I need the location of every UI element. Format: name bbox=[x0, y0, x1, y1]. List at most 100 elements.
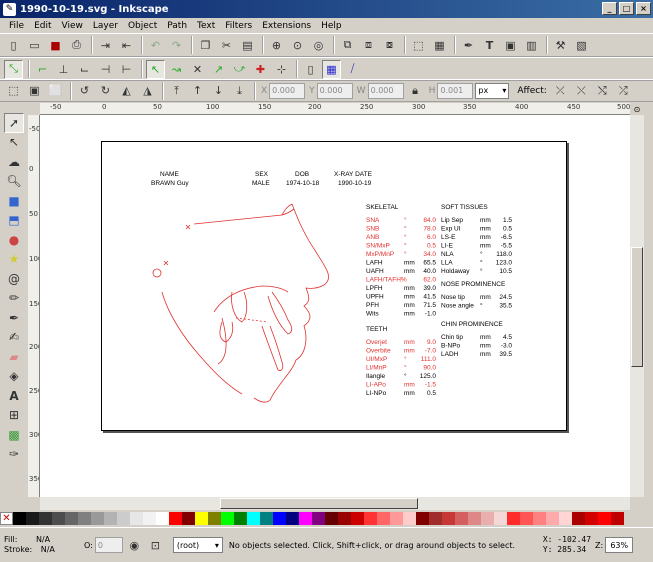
color-swatch[interactable] bbox=[52, 512, 65, 525]
color-swatch[interactable] bbox=[286, 512, 299, 525]
color-swatch[interactable] bbox=[65, 512, 78, 525]
unit-select[interactable]: px ▾ bbox=[475, 82, 510, 99]
w-field[interactable]: 0.000 bbox=[367, 82, 404, 99]
snap-bbox-edge-icon[interactable]: ⊥ bbox=[54, 60, 73, 79]
lock-icon[interactable]: 🔒︎ bbox=[406, 81, 425, 100]
color-swatch[interactable] bbox=[260, 512, 273, 525]
snap-path-icon[interactable]: ↝ bbox=[167, 60, 186, 79]
duplicate-icon[interactable]: ⧉ bbox=[338, 36, 357, 55]
color-swatch[interactable] bbox=[338, 512, 351, 525]
import-icon[interactable]: ⇥ bbox=[96, 36, 115, 55]
color-swatch[interactable] bbox=[520, 512, 533, 525]
color-swatch[interactable] bbox=[442, 512, 455, 525]
snap-smooth-nodes-icon[interactable]: ↗ bbox=[209, 60, 228, 79]
color-swatch[interactable] bbox=[533, 512, 546, 525]
color-swatch[interactable] bbox=[143, 512, 156, 525]
x-field[interactable]: 0.000 bbox=[269, 82, 306, 99]
deselect-icon[interactable]: ⬜ bbox=[46, 81, 65, 100]
h-field[interactable]: 0.001 bbox=[437, 82, 474, 99]
zoom-correction-icon[interactable]: ⊙ bbox=[630, 103, 644, 115]
ungroup-icon[interactable]: ▦ bbox=[430, 36, 449, 55]
snap-bbox-center-icon[interactable]: ⊢ bbox=[117, 60, 136, 79]
vertical-scroll-thumb[interactable] bbox=[631, 247, 643, 367]
zoom-field[interactable]: 63% bbox=[605, 537, 634, 553]
color-swatch[interactable] bbox=[585, 512, 598, 525]
calligraphy-tool-icon[interactable]: ✍ bbox=[4, 328, 24, 348]
undo-icon[interactable]: ↶ bbox=[146, 36, 165, 55]
close-button[interactable]: × bbox=[636, 2, 651, 15]
snap-intersection-icon[interactable]: ✕ bbox=[188, 60, 207, 79]
color-swatch[interactable] bbox=[312, 512, 325, 525]
eraser-tool-icon[interactable]: ▰ bbox=[4, 347, 24, 367]
select-all-icon[interactable]: ⬚ bbox=[4, 81, 23, 100]
eye-icon[interactable]: ◉ bbox=[125, 536, 144, 555]
move-patterns-icon[interactable]: ⤮ bbox=[614, 81, 633, 100]
lower-to-bottom-icon[interactable]: ⤓ bbox=[230, 81, 249, 100]
vertical-scrollbar[interactable] bbox=[630, 115, 644, 497]
new-document-icon[interactable]: ▯ bbox=[4, 36, 23, 55]
snap-guide-icon[interactable]: ⧸ bbox=[343, 60, 362, 79]
color-swatch[interactable] bbox=[39, 512, 52, 525]
color-swatch[interactable] bbox=[195, 512, 208, 525]
color-swatch[interactable] bbox=[156, 512, 169, 525]
raise-icon[interactable]: ↑ bbox=[188, 81, 207, 100]
rotate-cw-icon[interactable]: ↻ bbox=[96, 81, 115, 100]
save-icon[interactable]: ■ bbox=[46, 36, 65, 55]
menu-extensions[interactable]: Extensions bbox=[257, 21, 316, 31]
pen-tool-icon[interactable]: ✒ bbox=[4, 308, 24, 328]
color-swatch[interactable] bbox=[130, 512, 143, 525]
color-swatch[interactable] bbox=[117, 512, 130, 525]
group-icon[interactable]: ⬚ bbox=[409, 36, 428, 55]
color-swatch[interactable] bbox=[104, 512, 117, 525]
color-swatch[interactable] bbox=[234, 512, 247, 525]
align-distribute-icon[interactable]: ▥ bbox=[522, 36, 541, 55]
document-properties-icon[interactable]: ▧ bbox=[572, 36, 591, 55]
text-font-icon[interactable]: T bbox=[480, 36, 499, 55]
horizontal-scrollbar[interactable] bbox=[40, 497, 630, 510]
snap-bbox-icon[interactable]: ⌐ bbox=[33, 60, 52, 79]
menu-file[interactable]: File bbox=[4, 21, 29, 31]
color-swatch[interactable] bbox=[78, 512, 91, 525]
zoom-page-icon[interactable]: ◎ bbox=[309, 36, 328, 55]
snap-bbox-midpoint-icon[interactable]: ⊣ bbox=[96, 60, 115, 79]
color-swatch[interactable] bbox=[390, 512, 403, 525]
color-swatch[interactable] bbox=[403, 512, 416, 525]
dropper-tool-icon[interactable]: ✑ bbox=[4, 445, 24, 465]
menu-path[interactable]: Path bbox=[162, 21, 192, 31]
color-swatch[interactable] bbox=[416, 512, 429, 525]
gradient-tool-icon[interactable]: ▩ bbox=[4, 425, 24, 445]
unlink-clone-icon[interactable]: ⧇ bbox=[380, 36, 399, 55]
pencil-tool-icon[interactable]: ✏ bbox=[4, 289, 24, 309]
color-swatch[interactable] bbox=[572, 512, 585, 525]
document-page[interactable]: NAME BRAWN Guy SEX MALE DOB 1974-10-18 X… bbox=[101, 141, 567, 431]
color-swatch[interactable] bbox=[13, 512, 26, 525]
maximize-button[interactable]: □ bbox=[619, 2, 634, 15]
menu-edit[interactable]: Edit bbox=[29, 21, 56, 31]
paste-icon[interactable]: ▤ bbox=[238, 36, 257, 55]
color-swatch[interactable] bbox=[247, 512, 260, 525]
snap-rotation-center-icon[interactable]: ⊹ bbox=[272, 60, 291, 79]
color-swatch[interactable] bbox=[598, 512, 611, 525]
menu-object[interactable]: Object bbox=[123, 21, 162, 31]
menu-text[interactable]: Text bbox=[192, 21, 220, 31]
spiral-tool-icon[interactable]: @ bbox=[4, 269, 24, 289]
snap-grid-icon[interactable]: ▦ bbox=[322, 59, 341, 79]
zoom-selection-icon[interactable]: ⊕ bbox=[267, 36, 286, 55]
color-swatch[interactable] bbox=[468, 512, 481, 525]
color-swatch[interactable] bbox=[481, 512, 494, 525]
color-swatch[interactable] bbox=[208, 512, 221, 525]
export-icon[interactable]: ⇤ bbox=[117, 36, 136, 55]
snap-nodes-icon[interactable]: ↖ bbox=[146, 59, 165, 79]
color-swatch[interactable] bbox=[91, 512, 104, 525]
ellipse-tool-icon[interactable]: ● bbox=[4, 230, 24, 250]
color-swatch[interactable] bbox=[182, 512, 195, 525]
node-tool-icon[interactable]: ↖ bbox=[4, 133, 24, 153]
selector-tool-icon[interactable]: ➚ bbox=[4, 113, 24, 133]
opacity-field[interactable]: 0 bbox=[94, 537, 123, 553]
zoom-drawing-icon[interactable]: ⊙ bbox=[288, 36, 307, 55]
rotate-ccw-icon[interactable]: ↺ bbox=[75, 81, 94, 100]
clone-icon[interactable]: ⧈ bbox=[359, 36, 378, 55]
snap-enable-icon[interactable]: ⤡ bbox=[4, 59, 23, 79]
color-swatch[interactable] bbox=[507, 512, 520, 525]
color-swatch[interactable] bbox=[299, 512, 312, 525]
